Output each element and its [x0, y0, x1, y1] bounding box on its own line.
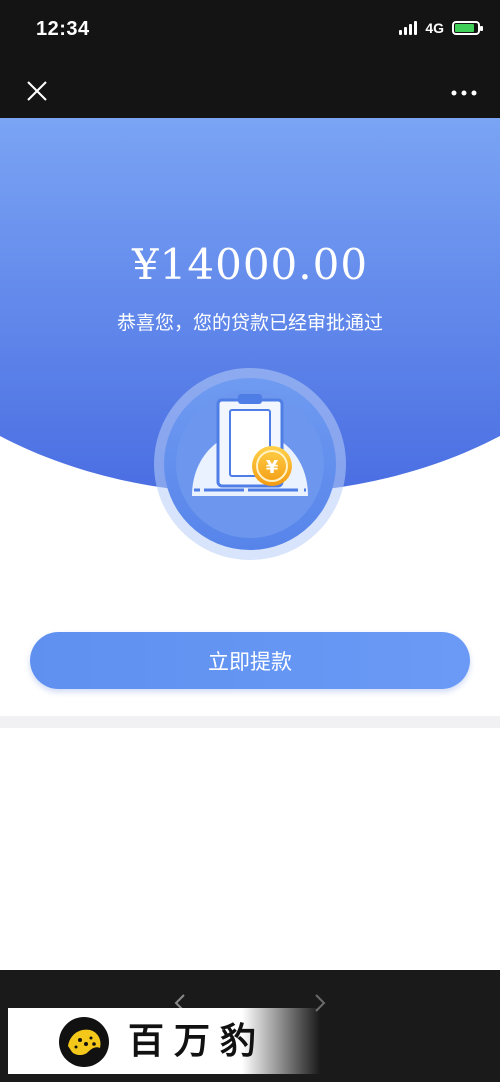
leopard-logo-icon: [58, 1016, 110, 1068]
loan-approval-screen: 12:34 4G ¥14000.00 恭喜您，您的贷款已经审批通过 ¥ 立即提款…: [0, 0, 500, 1082]
svg-text:¥: ¥: [266, 457, 279, 478]
network-label: 4G: [425, 20, 444, 36]
watermark: 百万豹: [8, 1008, 320, 1074]
signal-icon: [399, 21, 418, 35]
close-icon[interactable]: [22, 76, 52, 106]
loan-amount: ¥14000.00: [131, 240, 369, 289]
status-time: 12:34: [36, 18, 90, 40]
battery-fill: [455, 24, 474, 32]
more-icon[interactable]: [450, 84, 478, 96]
withdraw-button[interactable]: 立即提款: [30, 632, 470, 689]
watermark-brand: 百万豹: [128, 1021, 267, 1062]
status-indicators: 4G: [399, 20, 483, 36]
battery-icon: [452, 21, 483, 35]
section-divider: [0, 716, 500, 728]
nav-bar: [0, 62, 500, 118]
status-bar: 12:34 4G: [0, 0, 500, 62]
approval-message: 恭喜您，您的贷款已经审批通过: [116, 312, 383, 334]
approved-loan-illustration: ¥: [152, 366, 348, 562]
